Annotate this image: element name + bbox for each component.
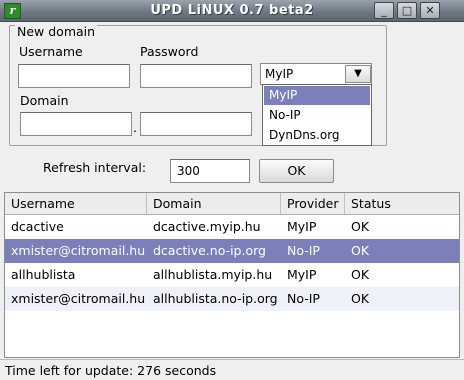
cell-provider: MyIP	[287, 267, 317, 282]
provider-dropdown-list: MyIP No-IP DynDns.org	[262, 84, 372, 146]
domain-suffix-input[interactable]	[140, 112, 252, 136]
cell-username: xmister@citromail.hu	[11, 291, 146, 306]
cell-status: OK	[351, 291, 370, 306]
domain-label: Domain	[20, 93, 69, 108]
refresh-interval-label: Refresh interval:	[43, 160, 147, 175]
domains-table: Username Domain Provider Status dcactive…	[4, 192, 460, 358]
domain-dot-separator: .	[133, 120, 137, 135]
column-header-domain[interactable]: Domain	[147, 193, 281, 214]
cell-username: dcactive	[11, 219, 64, 234]
close-button[interactable]: ✕	[420, 2, 440, 19]
cell-username: xmister@citromail.hu	[11, 243, 146, 258]
cell-username: allhublista	[11, 267, 76, 282]
window-title: UPD LiNUX 0.7 beta2	[150, 3, 314, 18]
table-row[interactable]: xmister@citromail.hu allhublista.no-ip.o…	[5, 287, 459, 311]
dropdown-option-dyndns[interactable]: DynDns.org	[264, 126, 370, 145]
minimize-button[interactable]: _	[374, 2, 394, 19]
table-row[interactable]: dcactive dcactive.myip.hu MyIP OK	[5, 215, 459, 239]
title-bar[interactable]: r UPD LiNUX 0.7 beta2 _ □ ✕	[0, 0, 464, 22]
refresh-interval-input[interactable]: 300	[170, 159, 250, 183]
ok-button[interactable]: OK	[259, 159, 334, 183]
dropdown-option-myip[interactable]: MyIP	[264, 86, 370, 105]
domain-name-input[interactable]	[20, 112, 132, 136]
password-label: Password	[140, 44, 199, 59]
username-input[interactable]	[18, 64, 130, 88]
cell-domain: dcactive.no-ip.org	[153, 243, 266, 258]
password-input[interactable]	[140, 64, 252, 88]
cell-provider: No-IP	[287, 291, 320, 306]
status-bar: Time left for update: 276 seconds	[0, 359, 464, 380]
new-domain-legend: New domain	[15, 24, 98, 39]
dropdown-arrow-button[interactable]: ▼	[345, 65, 371, 83]
provider-selected-value: MyIP	[265, 67, 294, 81]
cell-status: OK	[351, 267, 370, 282]
table-row[interactable]: allhublista allhublista.myip.hu MyIP OK	[5, 263, 459, 287]
cell-domain: dcactive.myip.hu	[153, 219, 261, 234]
chevron-down-icon: ▼	[354, 68, 362, 79]
column-header-status[interactable]: Status	[345, 193, 459, 214]
status-text: Time left for update: 276 seconds	[5, 363, 217, 378]
maximize-button[interactable]: □	[397, 2, 417, 19]
column-header-provider[interactable]: Provider	[281, 193, 345, 214]
provider-combobox[interactable]: MyIP ▼	[260, 63, 372, 85]
cell-domain: allhublista.no-ip.org	[153, 291, 278, 306]
cell-provider: MyIP	[287, 219, 317, 234]
column-header-username[interactable]: Username	[5, 193, 147, 214]
cell-status: OK	[351, 219, 370, 234]
table-header: Username Domain Provider Status	[5, 193, 459, 215]
username-label: Username	[19, 44, 83, 59]
cell-domain: allhublista.myip.hu	[153, 267, 273, 282]
dropdown-option-noip[interactable]: No-IP	[264, 106, 370, 125]
cell-provider: No-IP	[287, 243, 320, 258]
table-row-selected[interactable]: xmister@citromail.hu dcactive.no-ip.org …	[5, 239, 459, 263]
cell-status: OK	[351, 243, 370, 258]
